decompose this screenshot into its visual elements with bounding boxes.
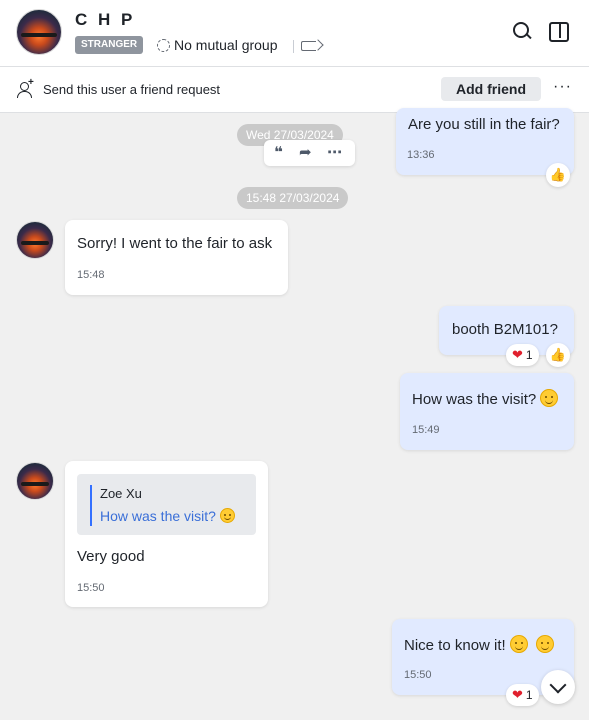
message-text: booth B2M101? [452, 321, 558, 338]
add-friend-button[interactable]: Add friend [441, 77, 541, 101]
quote-text: How was the visit? [100, 508, 235, 524]
quoted-message[interactable]: Zoe Xu How was the visit? [77, 474, 256, 535]
plus-icon: + [28, 77, 34, 88]
message-time: 15:49 [412, 424, 440, 436]
message-hover-actions: ❝ ➦ ⋯ [264, 140, 355, 166]
thumbs-up-icon[interactable]: 👍 [546, 163, 570, 187]
smile-emoji [509, 635, 528, 653]
message-text-content: How was the visit? [412, 391, 537, 408]
chat-header: C H P STRANGER No mutual group [0, 0, 589, 66]
group-icon [157, 38, 170, 52]
stranger-badge: STRANGER [75, 36, 144, 54]
reaction-count: 1 [525, 348, 533, 362]
friend-request-bar: + Send this user a friend request Add fr… [0, 66, 589, 113]
more-options-icon[interactable]: ··· [553, 79, 571, 96]
thumbs-up-icon[interactable]: 👍 [546, 343, 570, 367]
reaction-count: 1 [525, 688, 533, 702]
quote-bar [90, 485, 92, 526]
mutual-group-info[interactable]: No mutual group [157, 37, 278, 53]
header-divider [293, 40, 294, 53]
friend-request-text: Send this user a friend request [43, 82, 221, 97]
message-text: Are you still in the fair? [408, 116, 560, 133]
message-time: 15:50 [404, 669, 432, 681]
smile-emoji [536, 635, 555, 653]
more-icon[interactable]: ⋯ [327, 143, 342, 161]
heart-icon: ❤ [512, 347, 523, 362]
sender-avatar[interactable] [16, 462, 54, 500]
message-text: How was the visit? [412, 389, 559, 408]
message-bubble-outgoing[interactable] [400, 373, 574, 450]
quote-author: Zoe Xu [100, 486, 142, 501]
message-text: Nice to know it! [404, 635, 555, 654]
sender-avatar[interactable] [16, 221, 54, 259]
message-text: Very good [77, 548, 145, 565]
contact-name[interactable]: C H P [75, 10, 135, 30]
side-panel-icon[interactable] [548, 20, 570, 42]
message-bubble-incoming[interactable] [65, 220, 288, 295]
smile-emoji [540, 389, 559, 407]
date-chip: 15:48 27/03/2024 [237, 187, 349, 209]
message-time: 15:50 [77, 582, 105, 594]
contact-avatar[interactable] [16, 9, 62, 55]
reaction-badge[interactable]: ❤ 1 [506, 344, 539, 366]
heart-icon: ❤ [512, 687, 523, 702]
reaction-badge[interactable]: ❤ 1 [506, 684, 539, 706]
quote-text-content: How was the visit? [100, 508, 216, 524]
mutual-group-label: No mutual group [174, 37, 278, 53]
message-text-content: Nice to know it! [404, 637, 506, 654]
search-icon[interactable] [511, 20, 533, 42]
forward-icon[interactable]: ➦ [299, 143, 312, 161]
smile-emoji [219, 508, 235, 523]
tag-icon[interactable] [301, 41, 316, 51]
message-text: Sorry! I went to the fair to ask [77, 235, 273, 252]
scroll-down-button[interactable] [541, 670, 575, 704]
message-time: 15:48 [77, 269, 105, 281]
quote-icon[interactable]: ❝ [274, 143, 283, 161]
message-time: 13:36 [407, 149, 435, 161]
